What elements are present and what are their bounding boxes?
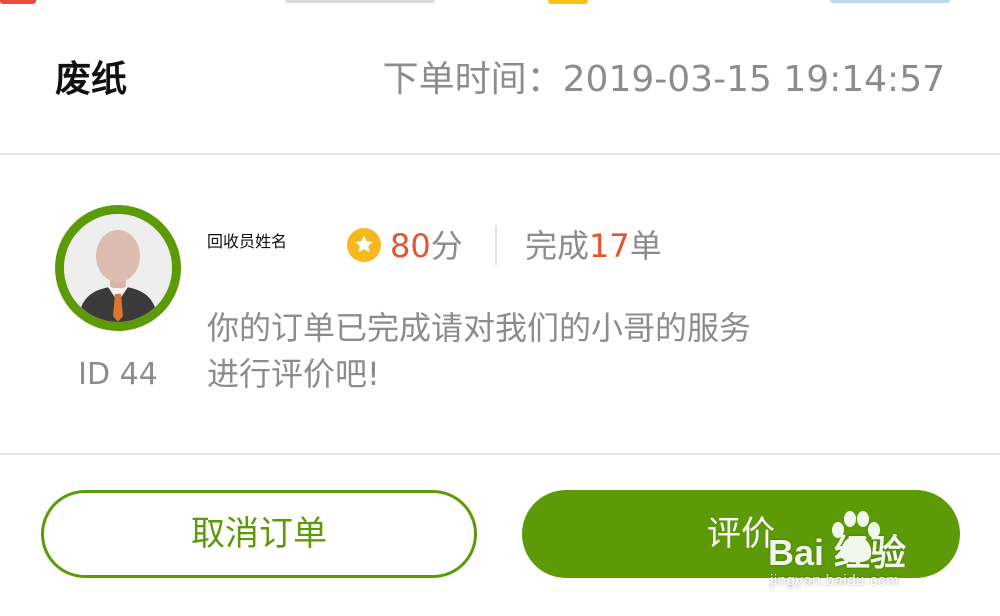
completed-prefix: 完成	[525, 227, 590, 265]
cancel-order-button[interactable]: 取消订单	[41, 490, 477, 578]
order-type: 废纸	[55, 59, 128, 100]
star-glyph	[355, 235, 373, 253]
completion-message: 你的订单已完成请对我们的小哥的服务 进行评价吧!	[207, 305, 807, 397]
order-time: 下单时间：2019-03-15 19:14:57	[383, 56, 945, 104]
collector-id: ID 44	[78, 357, 158, 392]
star-icon	[347, 228, 381, 262]
avatar-image	[64, 214, 172, 322]
message-line-1: 你的订单已完成请对我们的小哥的服务	[207, 309, 752, 347]
person-silhouette-icon	[64, 214, 172, 322]
user-avatar-icon[interactable]	[55, 205, 181, 331]
completed-suffix: 单	[629, 227, 662, 265]
order-time-label: 下单时间：	[382, 59, 563, 100]
order-time-value: 2019-03-15 19:14:57	[562, 59, 945, 100]
stat-divider	[495, 225, 497, 265]
order-detail-page: 废纸 下单时间：2019-03-15 19:14:57 ID 44 回收员姓名	[0, 0, 1000, 616]
completed-orders: 完成17单	[525, 225, 662, 267]
message-line-2: 进行评价吧!	[207, 355, 380, 393]
rating-unit: 分	[430, 227, 463, 265]
order-header: 废纸 下单时间：2019-03-15 19:14:57	[0, 0, 1000, 155]
baidu-jingyan-watermark: Bai 经验 jingyan.baidu.com	[768, 510, 968, 600]
rating-value: 80	[390, 227, 431, 265]
collector-name: 回收员姓名	[207, 232, 288, 251]
paw-icon	[832, 511, 880, 563]
completed-count: 17	[589, 227, 630, 265]
collector-card: ID 44 回收员姓名 80分 完成17单 你的订单已完成请对我们的小哥的服务 …	[0, 155, 1000, 455]
rating-score: 80分	[390, 225, 463, 267]
watermark-url: jingyan.baidu.com	[770, 572, 900, 589]
